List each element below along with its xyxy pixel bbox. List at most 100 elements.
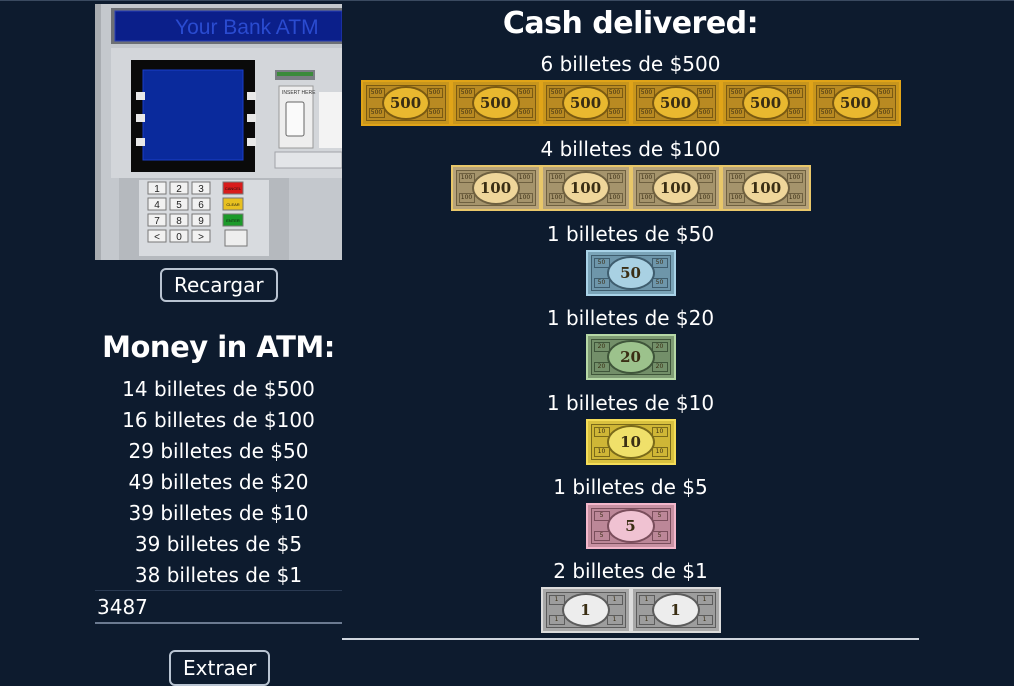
group-label-5: 1 billetes de $5 — [553, 475, 708, 499]
bill-corner-value: 100 — [516, 193, 533, 203]
bill-20: 20 20 20 20 20 — [585, 334, 676, 380]
keypad-left: < — [154, 232, 160, 243]
amount-input[interactable] — [95, 590, 342, 624]
bill-corner-value: 100 — [696, 173, 713, 183]
bill-corner-value: 50 — [593, 278, 610, 288]
bill-corner-value: 1 — [606, 615, 623, 625]
bill-corner-value: 20 — [651, 362, 668, 372]
bill-corner-value: 10 — [593, 447, 610, 457]
group-label-100: 4 billetes de $100 — [540, 137, 721, 161]
clear-key-label: CLEAR — [226, 202, 239, 207]
money-line-100: 16 billetes de $100 — [122, 408, 315, 432]
bill-100: 100 100 100 100 100 — [540, 165, 631, 211]
extract-button[interactable]: Extraer — [169, 650, 271, 686]
keypad-9: 9 — [198, 216, 204, 227]
money-in-atm-list: 14 billetes de $500 16 billetes de $100 … — [95, 374, 342, 591]
atm-screen-title: Your Bank ATM — [175, 16, 319, 39]
bill-500: 500 500 500 500 500 — [540, 80, 631, 126]
bills-row-10: 10 10 10 10 10 — [342, 419, 919, 465]
bill-1: 11111 — [630, 587, 721, 633]
bill-corner-value: 500 — [426, 108, 443, 118]
group-label-20: 1 billetes de $20 — [546, 306, 715, 330]
bill-corner-value: 500 — [786, 88, 803, 98]
bill-denomination-label: 1 — [651, 593, 700, 627]
bill-denomination-label: 20 — [606, 340, 655, 374]
bill-corner-value: 500 — [426, 88, 443, 98]
bill-corner-value: 5 — [593, 531, 610, 541]
bill-denomination-label: 100 — [471, 171, 520, 205]
bill-1: 11111 — [540, 587, 631, 633]
money-line-1: 38 billetes de $1 — [134, 563, 303, 587]
bill-100: 100 100 100 100 100 — [720, 165, 811, 211]
bills-row-500: 500 500 500 500 500 500 500 500 500 500 500 500 500 5… — [342, 80, 919, 126]
bills-row-100: 100 100 100 100 100 100 100 100 100 100 100 100 100 1… — [342, 165, 919, 211]
cash-delivered-title: Cash delivered: — [502, 6, 759, 41]
keypad-5: 5 — [176, 200, 182, 211]
group-label-1: 2 billetes de $1 — [553, 559, 708, 583]
money-line-10: 39 billetes de $10 — [128, 501, 309, 525]
bill-denomination-label: 50 — [606, 256, 655, 290]
bill-corner-value: 500 — [606, 88, 623, 98]
bill-corner-value: 1 — [638, 615, 655, 625]
atm-panel: Your Bank ATM INSERT HERE 1 2 3 4 5 6 7 … — [95, 4, 342, 686]
cash-delivered-panel: Cash delivered: 6 billetes de $500 500 50… — [342, 0, 919, 640]
keypad-3: 3 — [198, 184, 204, 195]
bill-corner-value: 50 — [651, 258, 668, 268]
bill-denomination-label: 100 — [741, 171, 790, 205]
cancel-key-label: CANCEL — [225, 186, 242, 191]
bill-corner-value: 500 — [786, 108, 803, 118]
bill-corner-value: 500 — [696, 108, 713, 118]
bill-500: 500 500 500 500 500 — [630, 80, 721, 126]
bill-corner-value: 10 — [651, 427, 668, 437]
bill-denomination-label: 500 — [741, 86, 790, 120]
bill-denomination-label: 500 — [471, 86, 520, 120]
money-line-50: 29 billetes de $50 — [128, 439, 309, 463]
group-label-50: 1 billetes de $50 — [546, 222, 715, 246]
bill-corner-value: 500 — [876, 108, 893, 118]
bill-corner-value: 100 — [606, 193, 623, 203]
bill-corner-value: 500 — [696, 88, 713, 98]
bill-denomination-label: 100 — [561, 171, 610, 205]
bill-denomination-label: 500 — [381, 86, 430, 120]
atm-illustration: Your Bank ATM INSERT HERE 1 2 3 4 5 6 7 … — [95, 4, 342, 260]
enter-key-label: ENTER — [226, 218, 240, 223]
bill-corner-value: 100 — [638, 193, 655, 203]
bill-corner-value: 500 — [638, 108, 655, 118]
money-line-5: 39 billetes de $5 — [134, 532, 303, 556]
bill-corner-value: 500 — [876, 88, 893, 98]
keypad-7: 7 — [154, 216, 160, 227]
bill-corner-value: 100 — [786, 173, 803, 183]
bill-100: 100 100 100 100 100 — [630, 165, 721, 211]
bills-row-50: 50 50 50 50 50 — [342, 250, 919, 296]
bills-row-20: 20 20 20 20 20 — [342, 334, 919, 380]
bill-corner-value: 100 — [606, 173, 623, 183]
bill-500: 500 500 500 500 500 — [810, 80, 901, 126]
bill-corner-value: 500 — [516, 108, 533, 118]
bills-row-5: 55555 — [342, 503, 919, 549]
bill-corner-value: 500 — [818, 108, 835, 118]
money-in-atm-title: Money in ATM: — [102, 330, 335, 364]
keypad-2: 2 — [176, 184, 182, 195]
insert-card-label: INSERT HERE — [282, 90, 316, 96]
bill-denomination-label: 100 — [651, 171, 700, 205]
bill-corner-value: 100 — [786, 193, 803, 203]
bill-corner-value: 1 — [696, 595, 713, 605]
bill-corner-value: 100 — [548, 193, 565, 203]
group-label-500: 6 billetes de $500 — [540, 52, 721, 76]
keypad-right: > — [198, 232, 204, 243]
bill-corner-value: 500 — [458, 108, 475, 118]
keypad-4: 4 — [154, 200, 160, 211]
bill-denomination-label: 1 — [561, 593, 610, 627]
bill-corner-value: 1 — [606, 595, 623, 605]
bill-50: 50 50 50 50 50 — [585, 250, 676, 296]
bill-5: 55555 — [585, 503, 676, 549]
bill-corner-value: 1 — [696, 615, 713, 625]
bill-denomination-label: 500 — [831, 86, 880, 120]
reload-button[interactable]: Recargar — [160, 268, 278, 302]
bill-corner-value: 500 — [606, 108, 623, 118]
bill-corner-value: 1 — [548, 615, 565, 625]
bill-corner-value: 500 — [368, 108, 385, 118]
bill-corner-value: 50 — [651, 278, 668, 288]
bill-denomination-label: 500 — [651, 86, 700, 120]
money-line-20: 49 billetes de $20 — [128, 470, 309, 494]
